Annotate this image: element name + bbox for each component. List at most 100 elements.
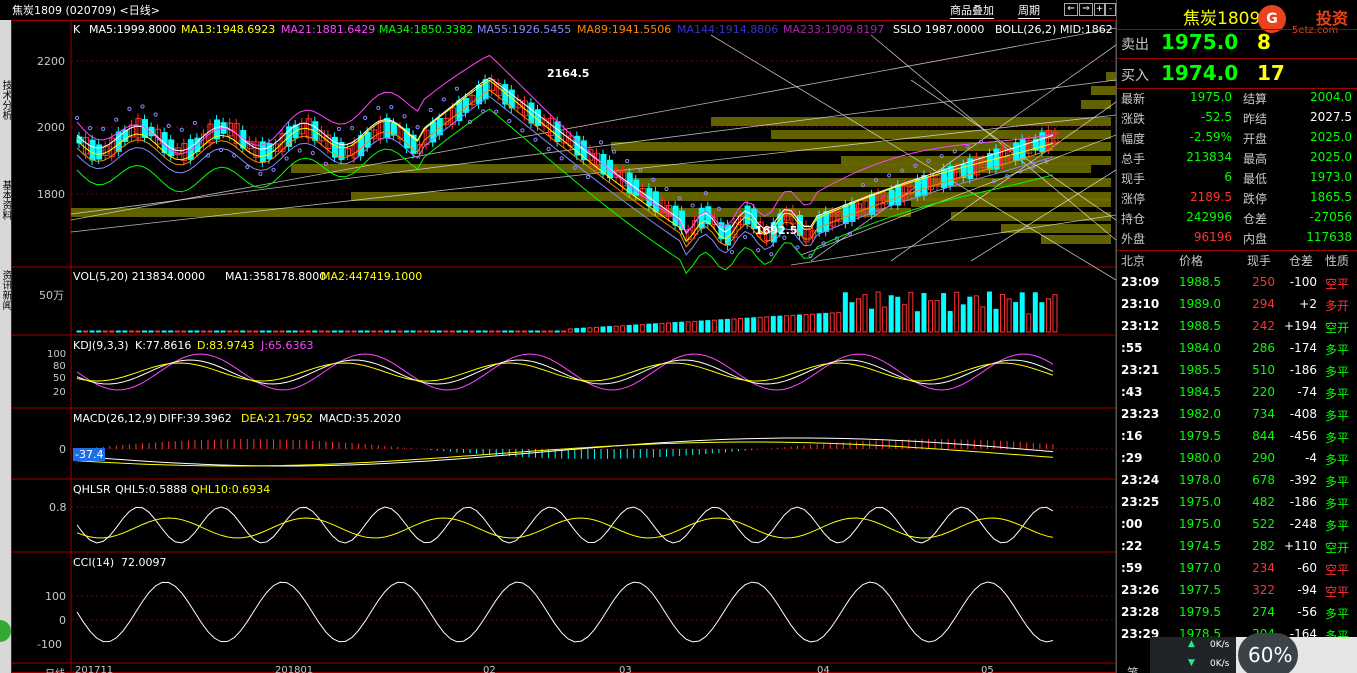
volume-bar bbox=[986, 291, 992, 333]
tick-row[interactable]: :16 1979.5 844 -456 多平 bbox=[1117, 426, 1357, 448]
volume-bar bbox=[626, 324, 632, 333]
overlay-button[interactable]: 商品叠加 bbox=[950, 2, 994, 19]
tick-type: 多平 bbox=[1325, 431, 1350, 445]
volume-bar bbox=[928, 300, 933, 333]
sar-dot bbox=[546, 146, 551, 152]
volume-bar bbox=[528, 330, 534, 333]
volume-bar bbox=[1052, 294, 1058, 333]
volume-bar bbox=[888, 295, 894, 333]
tick-header-type: 性质 bbox=[1325, 254, 1350, 268]
volume-bar bbox=[181, 330, 187, 333]
sell-volume: 8 bbox=[1257, 30, 1271, 54]
volume-bar bbox=[823, 312, 829, 333]
stats-value: 242996 bbox=[1186, 210, 1232, 224]
upload-arrow-icon: ▲ bbox=[1188, 639, 1195, 649]
tick-row[interactable]: :59 1977.0 234 -60 空平 bbox=[1117, 558, 1357, 580]
tick-row[interactable]: 23:23 1982.0 734 -408 多平 bbox=[1117, 404, 1357, 426]
tick-price: 1980.0 bbox=[1179, 451, 1221, 465]
tick-row[interactable]: 23:25 1975.0 482 -186 多平 bbox=[1117, 492, 1357, 514]
volume-bar bbox=[593, 326, 599, 333]
volume-bar bbox=[724, 318, 730, 333]
tick-row[interactable]: 23:26 1977.5 322 -94 空平 bbox=[1117, 580, 1357, 602]
tab-fundamental[interactable]: 基本资料 bbox=[0, 180, 11, 220]
tick-price: 1974.5 bbox=[1179, 539, 1221, 553]
volume-bar bbox=[652, 323, 658, 333]
tick-oi-change: -4 bbox=[1305, 451, 1317, 465]
volume-bar bbox=[607, 326, 613, 333]
tick-row[interactable]: 23:21 1985.5 510 -186 多平 bbox=[1117, 360, 1357, 382]
stats-value: 2025.0 bbox=[1310, 130, 1352, 144]
tick-time: 23:12 bbox=[1121, 319, 1160, 333]
boll-label: BOLL(26,2) MID:1862 bbox=[995, 23, 1113, 36]
kdj-tick-20: 20 bbox=[53, 387, 66, 398]
volume-bar bbox=[639, 324, 645, 333]
sar-dot bbox=[402, 114, 407, 119]
stats-label: 最低 bbox=[1243, 172, 1268, 186]
sar-dot bbox=[821, 241, 826, 246]
tick-row[interactable]: :22 1974.5 282 +110 空开 bbox=[1117, 536, 1357, 558]
tick-type: 多平 bbox=[1325, 365, 1350, 379]
tick-row[interactable]: :00 1975.0 522 -248 多平 bbox=[1117, 514, 1357, 536]
tick-row[interactable]: :29 1980.0 290 -4 多平 bbox=[1117, 448, 1357, 470]
tick-oi-change: +2 bbox=[1299, 297, 1317, 311]
tick-oi-change: -100 bbox=[1289, 275, 1317, 289]
stats-label: 持仓 bbox=[1121, 212, 1146, 226]
sar-dot bbox=[297, 148, 302, 153]
tick-volume: 678 bbox=[1252, 473, 1275, 487]
volume-bar bbox=[436, 330, 442, 333]
buy-label: 买入 bbox=[1121, 68, 1149, 84]
volume-bar bbox=[541, 330, 547, 333]
plus-icon[interactable]: + bbox=[1094, 3, 1105, 16]
tick-row[interactable]: 23:09 1988.5 250 -100 空平 bbox=[1117, 272, 1357, 294]
sar-dot bbox=[952, 149, 957, 154]
minus-icon[interactable]: - bbox=[1105, 3, 1116, 16]
green-circle-icon[interactable] bbox=[0, 620, 11, 642]
volume-bar bbox=[142, 330, 147, 333]
period-button[interactable]: 周期 bbox=[1018, 2, 1040, 19]
volume-bar bbox=[168, 330, 174, 333]
stats-value: 1973.0 bbox=[1310, 170, 1352, 184]
sar-dot bbox=[350, 125, 355, 131]
tick-oi-change: +110 bbox=[1284, 539, 1317, 553]
volume-bar bbox=[895, 296, 901, 333]
arrow-right-icon[interactable]: ⇒ bbox=[1079, 3, 1093, 16]
volume-bar bbox=[869, 308, 875, 333]
arrow-left-icon[interactable]: ⇐ bbox=[1064, 3, 1078, 16]
tab-news[interactable]: 资讯新闻 bbox=[0, 270, 11, 310]
tick-time: :00 bbox=[1121, 517, 1143, 531]
sar-dot bbox=[336, 126, 342, 132]
tab-technical[interactable]: 技术分析 bbox=[0, 80, 11, 120]
sar-dot bbox=[585, 174, 591, 180]
stats-label: 最新 bbox=[1121, 92, 1146, 106]
volume-bar bbox=[1019, 292, 1025, 333]
volume-bar bbox=[476, 330, 482, 333]
tick-row[interactable]: :43 1984.5 220 -74 多平 bbox=[1117, 382, 1357, 404]
chart-area[interactable]: K MA5:1999.8000 MA13:1948.6923 MA21:1881… bbox=[11, 20, 1116, 673]
sar-dot bbox=[507, 118, 512, 124]
candle-body bbox=[626, 172, 633, 194]
tick-row[interactable]: 23:24 1978.0 678 -392 多平 bbox=[1117, 470, 1357, 492]
sar-dot bbox=[559, 156, 564, 161]
macd-diff-line bbox=[76, 437, 1053, 467]
tick-row[interactable]: 23:28 1979.5 274 -56 多平 bbox=[1117, 602, 1357, 624]
volume-bar bbox=[279, 330, 285, 333]
volume-bar bbox=[305, 330, 311, 333]
volume-bar bbox=[914, 311, 920, 333]
volume-bar bbox=[705, 320, 711, 333]
volume-bar bbox=[908, 291, 914, 333]
stats-value: -52.5 bbox=[1200, 110, 1232, 124]
date-03: 03 bbox=[619, 665, 632, 673]
date-04: 04 bbox=[817, 665, 830, 673]
volume-bar bbox=[174, 330, 180, 333]
volume-bar bbox=[404, 330, 409, 333]
tick-volume: 522 bbox=[1252, 517, 1275, 531]
sar-dot bbox=[153, 112, 158, 117]
tick-row[interactable]: 23:12 1988.5 242 +194 空开 bbox=[1117, 316, 1357, 338]
tick-oi-change: -74 bbox=[1297, 385, 1317, 399]
tick-row[interactable]: :55 1984.0 286 -174 多平 bbox=[1117, 338, 1357, 360]
tick-row[interactable]: 23:10 1989.0 294 +2 多开 bbox=[1117, 294, 1357, 316]
sar-dot bbox=[101, 126, 106, 132]
tick-time: 23:21 bbox=[1121, 363, 1160, 377]
tick-volume: 242 bbox=[1252, 319, 1275, 333]
tick-type: 空平 bbox=[1325, 277, 1350, 291]
